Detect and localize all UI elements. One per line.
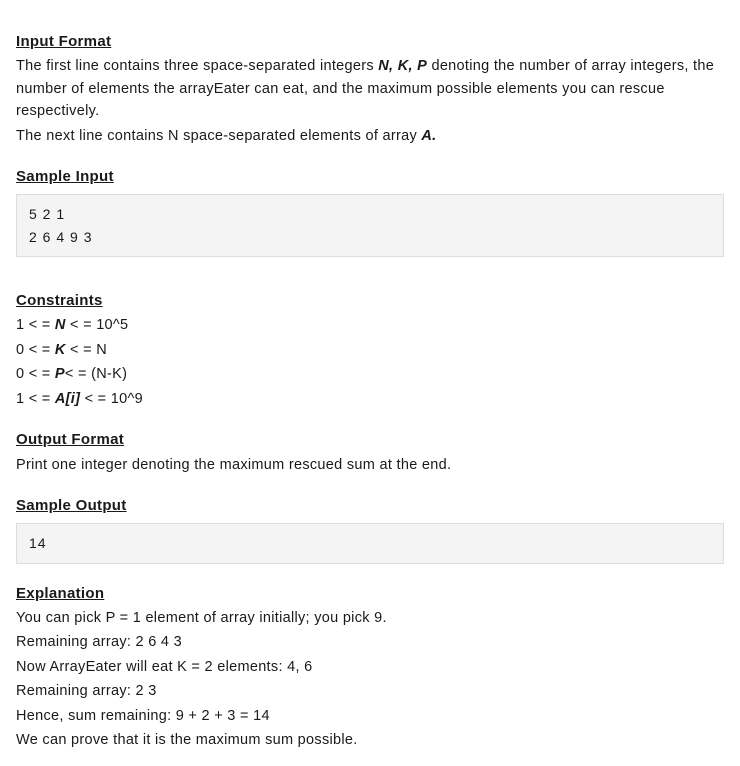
sample-output-heading: Sample Output [16,494,724,517]
input-format-paragraph-1: The first line contains three space-sepa… [16,55,724,122]
text-fragment: < = 10^5 [66,317,129,333]
constraint-var-ai: A[i] [55,391,80,407]
text-fragment: 0 < = [16,366,55,382]
constraint-var-n: N [55,317,66,333]
explanation-line-2: Remaining array: 2 6 4 3 [16,631,724,653]
text-fragment: 1 < = [16,317,55,333]
explanation-line-6: We can prove that it is the maximum sum … [16,729,724,751]
constraint-var-k: K [55,342,66,358]
text-fragment: 0 < = [16,342,55,358]
constraints-heading: Constraints [16,289,724,312]
param-a: A. [421,128,436,144]
text-fragment: 1 < = [16,391,55,407]
input-format-paragraph-2: The next line contains N space-separated… [16,125,724,147]
text-fragment: < = 10^9 [80,391,143,407]
explanation-heading: Explanation [16,582,724,605]
text-fragment: The next line contains N space-separated… [16,128,421,144]
constraint-3: 0 < = P< = (N-K) [16,363,724,385]
constraint-var-p: P [55,366,65,382]
input-format-heading: Input Format [16,30,724,53]
explanation-line-3: Now ArrayEater will eat K = 2 elements: … [16,656,724,678]
output-format-heading: Output Format [16,428,724,451]
explanation-line-1: You can pick P = 1 element of array init… [16,607,724,629]
sample-input-box: 5 2 1 2 6 4 9 3 [16,194,724,257]
text-fragment: < = N [66,342,107,358]
sample-output-box: 14 [16,523,724,563]
text-fragment: < = (N-K) [65,366,127,382]
sample-input-heading: Sample Input [16,165,724,188]
constraint-4: 1 < = A[i] < = 10^9 [16,388,724,410]
params-nkp: N, K, P [378,58,427,74]
constraint-1: 1 < = N < = 10^5 [16,314,724,336]
constraint-2: 0 < = K < = N [16,339,724,361]
explanation-line-5: Hence, sum remaining: 9 + 2 + 3 = 14 [16,705,724,727]
explanation-line-4: Remaining array: 2 3 [16,680,724,702]
output-format-text: Print one integer denoting the maximum r… [16,454,724,476]
text-fragment: The first line contains three space-sepa… [16,58,378,74]
